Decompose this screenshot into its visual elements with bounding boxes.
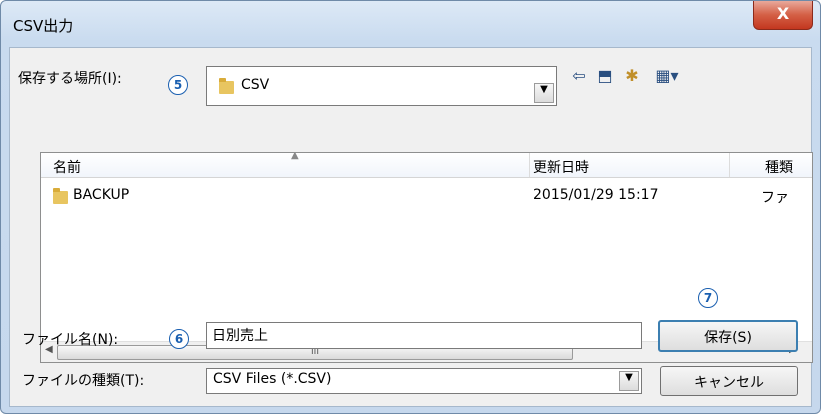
- table-row[interactable]: BACKUP 2015/01/29 15:17 ファ: [41, 187, 812, 207]
- filetype-dropdown-button[interactable]: ▼: [619, 371, 639, 391]
- up-folder-icon[interactable]: ⬒: [594, 66, 616, 85]
- column-header-name[interactable]: 名前: [53, 157, 81, 177]
- list-header: ▲ 名前 更新日時 種類: [41, 153, 812, 178]
- title-bar: CSV出力 X: [1, 1, 820, 47]
- filename-label: ファイル名(N):: [22, 332, 119, 348]
- filetype-label: ファイルの種類(T):: [22, 373, 145, 389]
- cancel-button-label: キャンセル: [694, 375, 764, 391]
- save-in-combo[interactable]: CSV ▼: [206, 66, 557, 106]
- back-icon[interactable]: ⇦: [568, 66, 590, 85]
- filename-input[interactable]: 日別売上: [206, 322, 642, 349]
- save-button-label: 保存(S): [704, 330, 752, 346]
- folder-icon: [53, 188, 68, 204]
- save-in-label: 保存する場所(I):: [18, 71, 122, 87]
- save-in-folder: CSV: [241, 77, 270, 93]
- dialog-body: 保存する場所(I): 5 CSV ▼ ⇦ ⬒ ✱ ▦▾ ▲ 名前 更新日時 種類…: [9, 47, 813, 407]
- annotation-marker-7: 7: [698, 288, 718, 308]
- column-divider: [729, 153, 730, 177]
- dialog-title: CSV出力: [13, 17, 74, 35]
- filetype-select[interactable]: CSV Files (*.CSV) ▼: [206, 368, 642, 394]
- view-menu-icon[interactable]: ▦▾: [650, 66, 684, 85]
- row-name: BACKUP: [73, 187, 130, 203]
- row-modified: 2015/01/29 15:17: [533, 187, 659, 203]
- csv-export-dialog: CSV出力 X 保存する場所(I): 5 CSV ▼ ⇦ ⬒ ✱ ▦▾ ▲ 名前…: [0, 0, 821, 414]
- save-in-dropdown-button[interactable]: ▼: [534, 83, 554, 103]
- column-header-type[interactable]: 種類: [765, 157, 793, 177]
- annotation-marker-5: 5: [168, 75, 188, 95]
- annotation-marker-6: 6: [169, 329, 189, 349]
- row-type: ファ: [761, 190, 789, 206]
- sort-ascending-icon: ▲: [291, 152, 299, 161]
- filetype-value: CSV Files (*.CSV): [213, 371, 332, 387]
- filename-value: 日別売上: [212, 328, 268, 344]
- column-header-modified[interactable]: 更新日時: [533, 157, 589, 177]
- new-folder-icon[interactable]: ✱: [620, 66, 644, 85]
- cancel-button[interactable]: キャンセル: [660, 366, 798, 396]
- folder-icon: [219, 78, 234, 94]
- close-button[interactable]: X: [753, 1, 813, 30]
- column-divider: [529, 153, 530, 177]
- save-button[interactable]: 保存(S): [658, 320, 798, 352]
